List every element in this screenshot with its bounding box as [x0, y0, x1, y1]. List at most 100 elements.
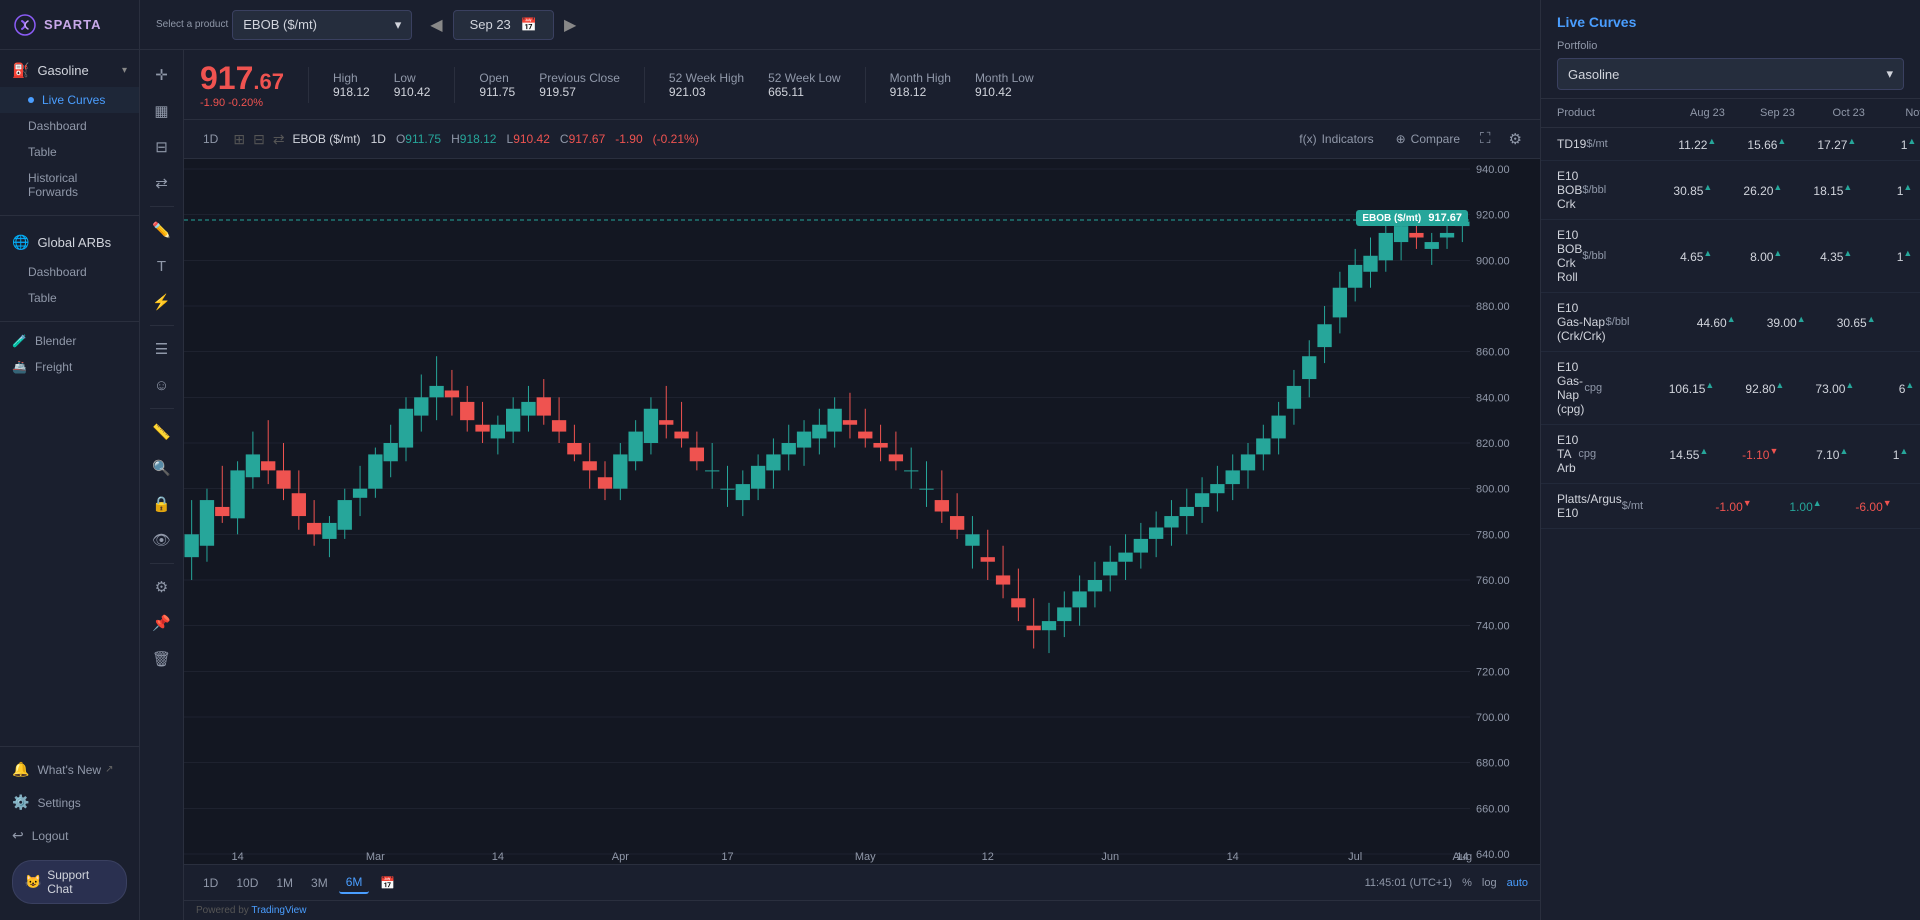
chart-settings-button[interactable]: ⚙	[1503, 126, 1528, 152]
product-chevron-icon: ▾	[395, 17, 402, 33]
date-value: Sep 23	[470, 17, 511, 32]
e10-gas-nap-cpg-product: E10 Gas-Nap (cpg)	[1557, 360, 1584, 416]
calendar-range-btn[interactable]: 📅	[373, 873, 402, 893]
eye-tool[interactable]: 👁	[145, 523, 179, 557]
sidebar-item-logout[interactable]: ↩ Logout	[0, 819, 139, 852]
pencil-tool[interactable]: ✏️	[145, 213, 179, 247]
product-select[interactable]: EBOB ($/mt) ▾	[232, 10, 412, 40]
compare-arrows: ⇄	[273, 131, 285, 148]
td19-unit: $/mt	[1586, 138, 1646, 150]
magnify-tool[interactable]: 🔍	[145, 451, 179, 485]
col-product: Product	[1557, 107, 1595, 119]
lines-tool[interactable]: ☰	[145, 332, 179, 366]
live-curves-title: Live Curves	[1557, 14, 1904, 30]
settings-label: Settings	[37, 796, 80, 810]
compare-icon: ⊕	[1396, 132, 1406, 146]
portfolio-select[interactable]: Gasoline ▾	[1557, 58, 1904, 90]
price-integer: 917	[200, 60, 253, 97]
ohlc-c: C	[560, 132, 569, 146]
indicators-button[interactable]: f(x) Indicators	[1291, 126, 1381, 152]
delete-tool[interactable]: 🗑	[145, 642, 179, 676]
sidebar-item-dashboard[interactable]: Dashboard	[0, 113, 139, 139]
timeframe-3m-btn[interactable]: 3M	[304, 873, 335, 893]
tool-divider-1	[150, 206, 174, 207]
pin-tool[interactable]: 📌	[145, 606, 179, 640]
right-panel: Live Curves Portfolio Gasoline ▾ Product…	[1540, 0, 1920, 920]
compare-button[interactable]: ⊕ Compare	[1388, 126, 1468, 152]
svg-text:680.00: 680.00	[1476, 758, 1510, 770]
powered-by: Powered by TradingView	[184, 900, 1540, 920]
sidebar-item-whats-new[interactable]: 🔔 What's New ↗	[0, 753, 139, 786]
td19-product: TD19	[1557, 137, 1586, 151]
date-selector[interactable]: Sep 23 📅	[453, 10, 554, 40]
log-label[interactable]: log	[1482, 877, 1497, 889]
e10-ta-arb-nov: 1▲	[1848, 446, 1908, 462]
price-decimal: .67	[253, 69, 284, 95]
prev-date-button[interactable]: ◀	[424, 13, 448, 37]
gasoline-section: ⛽ Gasoline ▾ Live Curves Dashboard Table…	[0, 50, 139, 209]
lock-tool[interactable]: 🔒	[145, 487, 179, 521]
next-date-button[interactable]: ▶	[558, 13, 582, 37]
row-e10-gas-nap-cpg: E10 Gas-Nap (cpg) cpg 106.15▲ 92.80▲ 73.…	[1541, 352, 1920, 425]
sidebar-item-table2[interactable]: Table	[0, 285, 139, 311]
portfolio-label: Portfolio	[1557, 40, 1904, 52]
canvas-area[interactable]: 940.00920.00900.00880.00860.00840.00820.…	[184, 159, 1540, 864]
table-label: Table	[28, 145, 57, 159]
logo: SPARTA	[0, 0, 139, 50]
divider-1	[0, 215, 139, 216]
row-e10-gas-nap-crk: E10 Gas-Nap (Crk/Crk) $/bbl 44.60▲ 39.00…	[1541, 293, 1920, 352]
e10-bob-crk-roll-unit: $/bbl	[1582, 250, 1642, 262]
ruler-tool[interactable]: 📏	[145, 415, 179, 449]
bar-chart-tool[interactable]: ▦	[145, 94, 179, 128]
arrow-tool[interactable]: ⇄	[145, 166, 179, 200]
timeframe-1d-btn[interactable]: 1D	[196, 873, 225, 893]
svg-text:920.00: 920.00	[1476, 210, 1510, 222]
high-stat: High 918.12	[333, 71, 370, 99]
ohlc-h: H	[451, 132, 460, 146]
tradingview-link[interactable]: TradingView	[251, 905, 306, 916]
support-chat-button[interactable]: 😺 Support Chat	[12, 860, 127, 904]
sidebar-item-dashboard2[interactable]: Dashboard	[0, 259, 139, 285]
row-e10-bob-crk-roll: E10 BOB Crk Roll $/bbl 4.65▲ 8.00▲ 4.35▲…	[1541, 220, 1920, 293]
logout-label: Logout	[32, 829, 69, 843]
sidebar-item-blender[interactable]: 🧪 Blender	[0, 328, 139, 354]
svg-text:Mar: Mar	[366, 851, 385, 863]
settings-tool[interactable]: ⚙	[145, 570, 179, 604]
e10-gas-nap-crk-oct: 30.65▲	[1806, 314, 1876, 330]
price-change: -1.90 -0.20%	[200, 97, 284, 109]
sidebar-item-freight[interactable]: 🚢 Freight	[0, 354, 139, 380]
emoji-tool[interactable]: ☺	[145, 368, 179, 402]
timeframe-10d-btn[interactable]: 10D	[229, 873, 265, 893]
col-sep23: Sep 23	[1725, 107, 1795, 119]
timeframe-6m-btn[interactable]: 6M	[339, 872, 370, 894]
crosshair-tool[interactable]: ✛	[145, 58, 179, 92]
candle-tool[interactable]: ⊟	[145, 130, 179, 164]
fibonacci-tool[interactable]: ⚡	[145, 285, 179, 319]
e10-gas-nap-cpg-aug: 106.15▲	[1644, 380, 1714, 396]
auto-btn[interactable]: auto	[1507, 877, 1528, 889]
e10-bob-crk-unit: $/bbl	[1582, 184, 1642, 196]
timeframe-1m-btn[interactable]: 1M	[269, 873, 300, 893]
global-arbs-group[interactable]: 🌐 Global ARBs	[0, 226, 139, 259]
text-tool[interactable]: T	[145, 249, 179, 283]
svg-text:17: 17	[721, 851, 733, 863]
col-aug23: Aug 23	[1655, 107, 1725, 119]
dashboard-label: Dashboard	[28, 119, 87, 133]
svg-text:800.00: 800.00	[1476, 484, 1510, 496]
timeframe-d-btn[interactable]: 1D	[196, 129, 225, 149]
svg-text:820.00: 820.00	[1476, 438, 1510, 450]
fullscreen-button[interactable]: ⛶	[1474, 126, 1497, 152]
date-nav: ◀ Sep 23 📅 ▶	[424, 10, 582, 40]
bottom-right: 11:45:01 (UTC+1) % log auto	[1365, 877, 1528, 889]
sidebar-item-historical-forwards[interactable]: Historical Forwards	[0, 165, 139, 205]
e10-bob-crk-roll-nov: 1▲	[1852, 248, 1912, 264]
e10-gas-nap-crk-product: E10 Gas-Nap (Crk/Crk)	[1557, 301, 1606, 343]
gasoline-group[interactable]: ⛽ Gasoline ▾	[0, 54, 139, 87]
svg-text:May: May	[855, 851, 876, 863]
sidebar-item-table[interactable]: Table	[0, 139, 139, 165]
blender-icon: 🧪	[12, 334, 27, 348]
sidebar-item-settings[interactable]: ⚙️ Settings	[0, 786, 139, 819]
e10-gas-nap-crk-unit: $/bbl	[1606, 316, 1666, 328]
sidebar-item-live-curves[interactable]: Live Curves	[0, 87, 139, 113]
gasoline-icon: ⛽	[12, 62, 29, 79]
